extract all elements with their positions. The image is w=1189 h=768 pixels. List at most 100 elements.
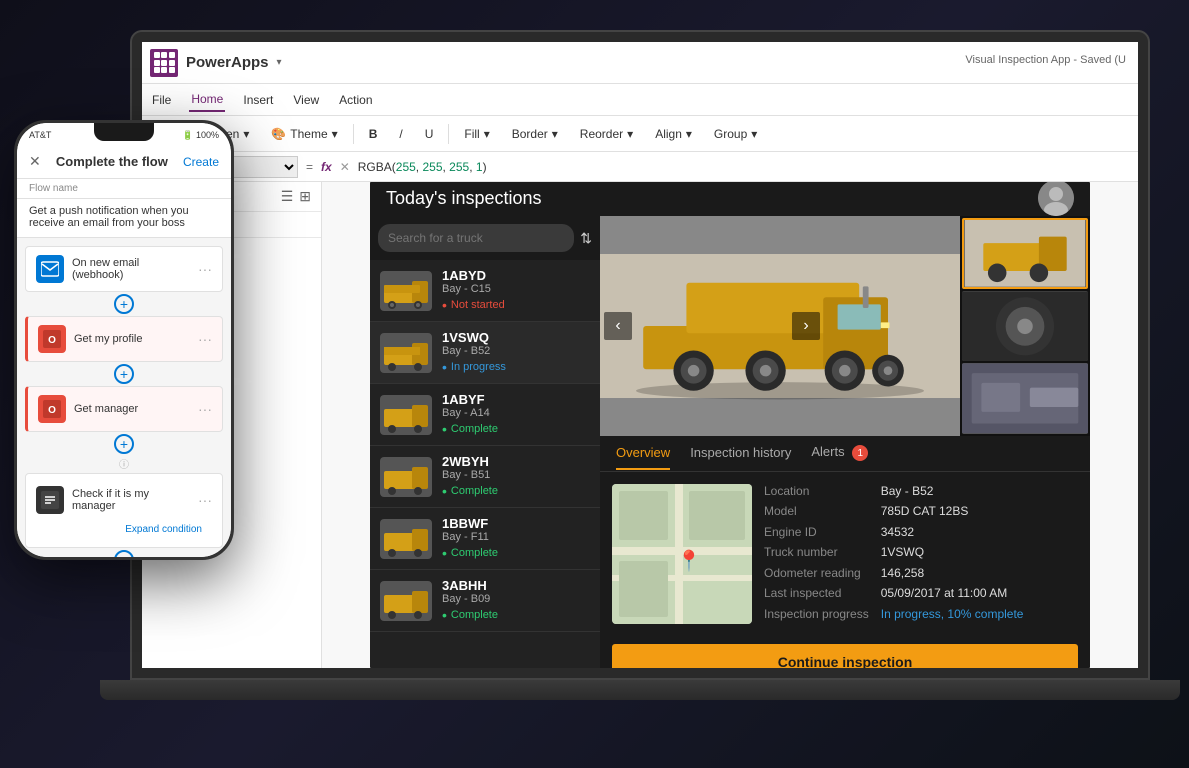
add-step-1[interactable]: + xyxy=(114,364,134,384)
via-header: Today's inspections xyxy=(370,182,1090,216)
list-view-icon[interactable]: ☰ xyxy=(281,188,294,205)
step-0-dots[interactable]: ··· xyxy=(198,261,212,277)
truck-thumb-2 xyxy=(380,395,432,435)
border-button[interactable]: Border ▾ xyxy=(505,124,565,144)
step-2-dots[interactable]: ··· xyxy=(198,401,212,417)
model-label: Model xyxy=(764,504,869,521)
flow-step-webhook[interactable]: On new email (webhook) ··· xyxy=(25,246,223,292)
ribbon-home[interactable]: Home xyxy=(189,88,225,112)
thumb-detail-svg xyxy=(962,363,1088,434)
align-button[interactable]: Align ▾ xyxy=(648,124,699,144)
grid-view-icon[interactable]: ⊞ xyxy=(299,188,311,205)
border-label: Border xyxy=(512,127,548,141)
odometer-value: 146,258 xyxy=(881,566,1078,583)
prev-button[interactable]: ‹ xyxy=(604,312,632,340)
truck-bay-2: Bay - A14 xyxy=(442,407,590,419)
last-inspected-value: 05/09/2017 at 11:00 AM xyxy=(881,586,1078,603)
truck-item-1[interactable]: 1VSWQ Bay - B52 In progress xyxy=(370,322,600,384)
align-chevron: ▾ xyxy=(686,127,692,141)
truck-id-3: 2WBYH xyxy=(442,454,590,469)
truck-info-2: 1ABYF Bay - A14 Complete xyxy=(442,392,590,437)
truck-id-2: 1ABYF xyxy=(442,392,590,407)
continue-inspection-button[interactable]: Continue inspection xyxy=(612,644,1078,668)
add-step-0[interactable]: + xyxy=(114,294,134,314)
office-icon-2: O xyxy=(43,400,61,418)
thumb-2[interactable] xyxy=(962,363,1088,434)
step-webhook-label: On new email (webhook) xyxy=(72,257,190,281)
next-button[interactable]: › xyxy=(792,312,820,340)
fill-button[interactable]: Fill ▾ xyxy=(457,124,496,144)
step-1-dots[interactable]: ··· xyxy=(198,331,212,347)
tab-inspection-history[interactable]: Inspection history xyxy=(690,437,791,470)
truck-status-2: Complete xyxy=(442,421,590,437)
via-body: ⇅ xyxy=(370,216,1090,668)
group-label: Group xyxy=(714,127,747,141)
truck-thumb-0 xyxy=(380,271,432,311)
truck-id-0: 1ABYD xyxy=(442,268,590,283)
phone-flow-name-label: Flow name xyxy=(17,179,231,199)
bold-button[interactable]: B xyxy=(362,124,385,144)
flow-condition-check[interactable]: Check if it is my manager ··· Expand con… xyxy=(25,473,223,548)
truck-info-4: 1BBWF Bay - F11 Complete xyxy=(442,516,590,561)
odometer-label: Odometer reading xyxy=(764,566,869,583)
main-image-area: ‹ › xyxy=(600,216,960,436)
truck-num-label: Truck number xyxy=(764,545,869,562)
location-label: Location xyxy=(764,484,869,501)
truck-bay-5: Bay - B09 xyxy=(442,593,590,605)
ribbon-action[interactable]: Action xyxy=(337,89,374,111)
phone-create-button[interactable]: Create xyxy=(183,155,219,169)
truck-info-0: 1ABYD Bay - C15 Not started xyxy=(442,268,590,313)
map-block-3 xyxy=(619,561,668,617)
truck-item-2[interactable]: 1ABYF Bay - A14 Complete xyxy=(370,384,600,446)
phone-close-button[interactable]: ✕ xyxy=(29,153,41,170)
phone: AT&T 09:42 🔋 100% ✕ Complete the flow Cr… xyxy=(14,120,234,560)
theme-label: Theme xyxy=(290,127,327,141)
step-check-label: Check if it is my manager xyxy=(72,488,190,512)
italic-button[interactable]: / xyxy=(392,124,409,144)
ribbon-file[interactable]: File xyxy=(150,89,173,111)
truck-bay-0: Bay - C15 xyxy=(442,283,590,295)
progress-value: In progress, 10% complete xyxy=(881,607,1078,624)
theme-button[interactable]: 🎨 Theme ▾ xyxy=(264,124,344,144)
ribbon-insert[interactable]: Insert xyxy=(241,89,275,111)
group-button[interactable]: Group ▾ xyxy=(707,124,764,144)
truck-item-4[interactable]: 1BBWF Bay - F11 Complete xyxy=(370,508,600,570)
underline-button[interactable]: U xyxy=(418,124,441,144)
add-step-3[interactable]: + xyxy=(114,550,134,557)
powerapps-logo xyxy=(150,49,178,77)
via-cta: Continue inspection xyxy=(600,636,1090,668)
ribbon-view[interactable]: View xyxy=(291,89,321,111)
truck-info-3: 2WBYH Bay - B51 Complete xyxy=(442,454,590,499)
add-step-2[interactable]: + xyxy=(114,434,134,454)
tab-alerts[interactable]: Alerts 1 xyxy=(811,436,868,472)
flow-step-check: Check if it is my manager ··· xyxy=(36,482,212,518)
truck-icon-5 xyxy=(382,583,430,619)
tab-overview[interactable]: Overview xyxy=(616,437,670,470)
ribbon: File Home Insert View Action xyxy=(142,84,1138,116)
thumbnails-panel xyxy=(960,216,1090,436)
connector-1: + xyxy=(25,364,223,384)
truck-icon-2 xyxy=(382,397,430,433)
expand-condition-button[interactable]: Expand condition xyxy=(36,520,212,539)
sort-icon[interactable]: ⇅ xyxy=(580,230,592,247)
thumb-0[interactable] xyxy=(962,218,1088,289)
align-label: Align xyxy=(655,127,682,141)
step-3-dots[interactable]: ··· xyxy=(198,492,212,508)
truck-item-5[interactable]: 3ABHH Bay - B09 Complete xyxy=(370,570,600,632)
app-canvas: Today's inspections xyxy=(322,182,1138,668)
toolbar: ⬜ New screen ▾ 🎨 Theme ▾ B / U Fill ▾ xyxy=(142,116,1138,152)
truck-thumb-4 xyxy=(380,519,432,559)
step-profile-label: Get my profile xyxy=(74,333,190,345)
email-icon xyxy=(41,260,59,278)
reorder-button[interactable]: Reorder ▾ xyxy=(573,124,640,144)
thumb-1[interactable] xyxy=(962,291,1088,362)
alerts-badge: 1 xyxy=(852,445,868,461)
truck-search-input[interactable] xyxy=(378,224,574,252)
fx-label: fx xyxy=(321,160,332,174)
phone-flow-header: ✕ Complete the flow Create xyxy=(17,147,231,179)
truck-item-0[interactable]: 1ABYD Bay - C15 Not started xyxy=(370,260,600,322)
flow-step-manager[interactable]: O Get manager ··· xyxy=(25,386,223,432)
truck-item-3[interactable]: 2WBYH Bay - B51 Complete xyxy=(370,446,600,508)
flow-step-profile[interactable]: O Get my profile ··· xyxy=(25,316,223,362)
laptop: PowerApps ▾ Visual Inspection App - Save… xyxy=(130,30,1150,710)
